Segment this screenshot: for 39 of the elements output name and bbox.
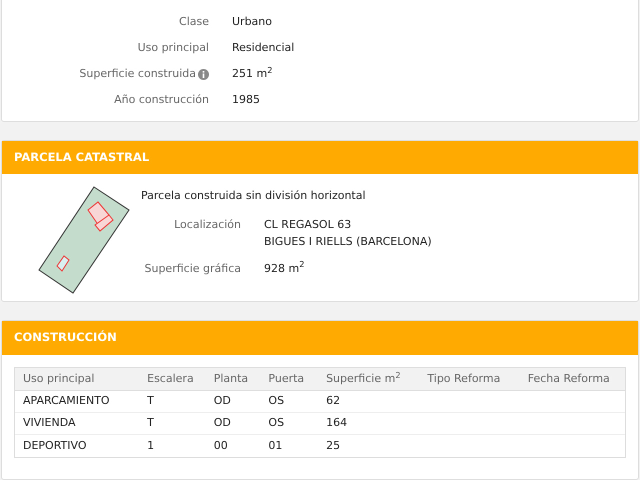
field-value: Urbano xyxy=(232,14,272,30)
section-title: CONSTRUCCIÓN xyxy=(14,329,117,346)
info-icon[interactable] xyxy=(198,69,209,80)
table-cell-text: VIVIENDA xyxy=(23,415,76,432)
table-cell-text: T xyxy=(147,415,154,432)
table-cell-text: 164 xyxy=(326,415,348,432)
column-header: Tipo Reforma xyxy=(427,370,500,387)
field-label: Clase xyxy=(179,14,209,30)
column-header: Puerta xyxy=(268,370,304,387)
field-value: Residencial xyxy=(232,40,294,56)
table-cell-text: 1 xyxy=(147,438,154,454)
field-label: Superficie gráfica xyxy=(144,260,241,276)
table-cell-text: OD xyxy=(214,415,231,432)
section-title: PARCELA CATASTRAL xyxy=(14,148,150,166)
table-cell-text: 62 xyxy=(326,393,340,410)
field-label: Localización xyxy=(174,216,241,232)
table-cell-text: 01 xyxy=(268,438,282,454)
column-header: Fecha Reforma xyxy=(528,370,610,387)
table-cell-text: 25 xyxy=(326,438,340,454)
field-value: 928 m$^{2}$ xyxy=(264,260,304,276)
field-value: CL REGASOL 63 xyxy=(264,216,352,232)
column-header: Uso principal xyxy=(23,370,94,387)
column-header: Planta xyxy=(214,370,248,387)
field-value: BIGUES I RIELLS (BARCELONA) xyxy=(264,234,432,250)
field-label: Año construcción xyxy=(114,92,209,108)
table-cell-text: OS xyxy=(268,415,284,432)
column-header: Superficie m$^{2}$ xyxy=(326,370,401,387)
table-cell-text: OS xyxy=(268,393,284,410)
field-value: 251 m$^{2}$ xyxy=(232,66,272,82)
field-value: 1985 xyxy=(232,92,260,108)
field-label: Uso principal xyxy=(138,40,209,56)
table-cell-text: T xyxy=(147,393,154,410)
field-label: Superficie construida xyxy=(79,66,196,82)
parcel-description: Parcela construida sin división horizontal xyxy=(141,188,367,204)
table-cell-text: 00 xyxy=(214,438,228,454)
table-cell-text: OD xyxy=(214,393,231,410)
table-cell-text: APARCAMIENTO xyxy=(23,393,110,410)
table-cell-text: DEPORTIVO xyxy=(23,438,87,454)
column-header: Escalera xyxy=(147,370,194,387)
